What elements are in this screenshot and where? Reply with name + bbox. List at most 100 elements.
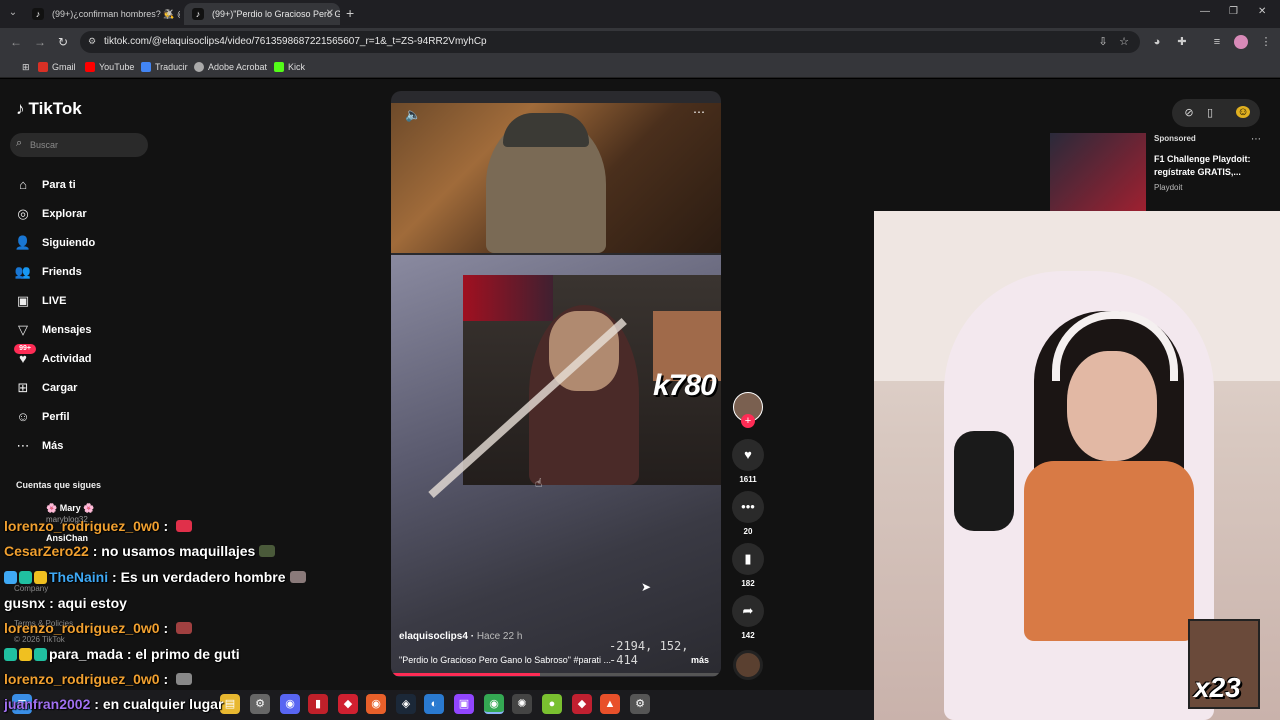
browser-tab-bar: ⌄ ♪ (99+)¿confirman hombres? 🕵 @ ✕ ♪ (99… (0, 0, 1280, 28)
compass-small-icon[interactable]: ⊘ (1182, 106, 1196, 119)
address-bar[interactable]: ⚙ tiktok.com/@elaquisoclips4/video/76135… (80, 31, 1140, 53)
forward-icon[interactable]: → (34, 35, 46, 49)
video-author[interactable]: elaquisoclips4 · Hace 22 h (399, 631, 522, 642)
ad-thumbnail[interactable] (1050, 133, 1146, 213)
music-disc-icon[interactable] (733, 650, 763, 680)
chat-separator: : (159, 620, 173, 636)
sidebar-item-live[interactable]: ▣ LIVE (14, 290, 154, 312)
browser-menu-icon[interactable]: ⋮ (1259, 35, 1273, 49)
sidebar-item-friends[interactable]: 👥 Friends (14, 261, 154, 283)
back-icon[interactable]: ← (10, 35, 22, 49)
following-title: Cuentas que sigues (16, 480, 102, 490)
new-tab-button[interactable]: + (346, 5, 354, 21)
discord-icon[interactable]: ◉ (280, 694, 300, 714)
ad-more-icon[interactable]: ⋯ (1251, 134, 1261, 145)
app-red-2-icon[interactable]: ◆ (338, 694, 358, 714)
device-icon[interactable]: ▯ (1203, 106, 1217, 119)
translate-icon (141, 62, 151, 72)
app-green-icon[interactable]: ● (542, 694, 562, 714)
chat-message: TheNaini : Es un verdadero hombre (4, 569, 306, 589)
app-blue-icon[interactable]: ◐ (424, 694, 444, 714)
bookmark-kick[interactable]: Kick (274, 59, 305, 75)
firefox-icon[interactable]: ◉ (366, 694, 386, 714)
video-decor (463, 275, 553, 321)
site-info-icon[interactable]: ⚙ (88, 36, 100, 48)
bookmark-youtube[interactable]: YouTube (85, 59, 134, 75)
close-window-icon[interactable]: ✕ (1258, 6, 1266, 17)
chat-text: aqui estoy (57, 595, 127, 611)
share-button[interactable]: ➦ 142 (732, 595, 764, 640)
install-app-icon[interactable]: ⇩ (1096, 35, 1110, 49)
comment-button[interactable]: ••• 20 (732, 491, 764, 536)
bookmark-gmail[interactable]: Gmail (38, 59, 76, 75)
minimize-icon[interactable]: — (1200, 6, 1210, 17)
follow-plus-icon[interactable]: + (741, 414, 755, 428)
sidebar-item-actividad[interactable]: ♥ 99+ Actividad (14, 344, 154, 370)
chat-emote-icon (289, 571, 306, 583)
tab-title: (99+)"Perdio lo Gracioso Pero Gano (212, 9, 340, 19)
profile-avatar-icon[interactable] (1234, 35, 1248, 49)
tab-2-active[interactable]: ♪ (99+)"Perdio lo Gracioso Pero Gano ✕ (184, 3, 340, 25)
like-button[interactable]: ♥ 1611 (732, 439, 764, 484)
tab-close-icon[interactable]: ✕ (166, 3, 174, 25)
video-player[interactable]: k780 🔈 ⋯ -2194, 152, -414 elaquisoclips4… (391, 91, 721, 677)
chat-separator: : (159, 518, 173, 534)
chat-username[interactable]: para_mada (49, 646, 123, 662)
chat-badge-icon (34, 648, 47, 661)
bookmarks-bar: ⊞ Gmail YouTube Traducir Adobe Acrobat K… (0, 56, 1280, 78)
sidebar-item-más[interactable]: ⋯ Más (14, 435, 154, 457)
chat-separator: : (90, 696, 103, 712)
kick-icon (274, 62, 284, 72)
acrobat-icon (194, 62, 204, 72)
gmail-icon (38, 62, 48, 72)
chat-username[interactable]: TheNaini (49, 569, 108, 585)
chat-message: lorenzo_rodriguez_0w0 : (4, 518, 193, 538)
chat-message: para_mada : el primo de guti (4, 646, 240, 666)
sidebar-item-explorar[interactable]: ◎ Explorar (14, 203, 154, 225)
save-button[interactable]: ▮ 182 (732, 543, 764, 588)
app-tools-icon[interactable]: ⚙ (250, 694, 270, 714)
chrome-icon[interactable]: ◉ (484, 694, 504, 714)
video-more-icon[interactable]: ⋯ (693, 105, 705, 119)
tab-1[interactable]: ♪ (99+)¿confirman hombres? 🕵 @ ✕ (24, 3, 180, 25)
sidebar-item-perfil[interactable]: ☺ Perfil (14, 406, 154, 428)
twitch-icon[interactable]: ▣ (454, 694, 474, 714)
tab-search-icon[interactable]: ⌄ (6, 6, 20, 20)
search-input[interactable]: ⌕ Buscar (10, 133, 148, 157)
user-avatar-icon[interactable]: ☺ (1236, 106, 1250, 118)
volume-icon[interactable]: 🔈 (405, 107, 421, 123)
restore-icon[interactable]: ❐ (1229, 6, 1238, 17)
app-red-icon[interactable]: ▮ (308, 694, 328, 714)
sidebar-item-cargar[interactable]: ⊞ Cargar (14, 377, 154, 399)
bookmark-star-icon[interactable]: ☆ (1117, 35, 1131, 49)
apps-grid-icon[interactable]: ⊞ (8, 59, 30, 75)
chat-username[interactable]: lorenzo_rodriguez_0w0 (4, 518, 160, 534)
chat-separator: : (122, 646, 136, 662)
extension-icon[interactable]: ◕ (1150, 35, 1164, 49)
bookmark-adobe-acrobat[interactable]: Adobe Acrobat (194, 59, 267, 75)
settings-icon[interactable]: ✺ (512, 694, 532, 714)
sidebar-item-mensajes[interactable]: ▽ Mensajes (14, 319, 154, 341)
sidebar-item-siguiendo[interactable]: 👤 Siguiendo (14, 232, 154, 254)
tiktok-logo[interactable]: ♪ TikTok (16, 99, 82, 119)
app-red-3-icon[interactable]: ◆ (572, 694, 592, 714)
ad-title[interactable]: F1 Challenge Playdoit: regístrate GRATIS… (1154, 153, 1264, 179)
chat-username[interactable]: lorenzo_rodriguez_0w0 (4, 620, 160, 636)
chat-username[interactable]: CesarZero22 (4, 543, 89, 559)
chat-username[interactable]: lorenzo_rodriguez_0w0 (4, 671, 160, 687)
chat-username[interactable]: gusnx (4, 595, 45, 611)
reload-icon[interactable]: ↻ (58, 35, 68, 49)
sidebar-item-para-ti[interactable]: ⌂ Para ti (14, 174, 154, 196)
video-more-link[interactable]: más (691, 655, 709, 665)
app-orange-icon[interactable]: ▲ (600, 694, 620, 714)
extensions-puzzle-icon[interactable]: ✚ (1175, 35, 1189, 49)
tab-close-icon[interactable]: ✕ (326, 3, 334, 25)
webcam-top (1024, 461, 1194, 641)
chat-username[interactable]: juanfran2002 (4, 696, 90, 712)
bookmark-traducir[interactable]: Traducir (141, 59, 188, 75)
video-progress-bar[interactable] (391, 673, 721, 676)
chat-emote-icon (176, 673, 193, 685)
media-controls-icon[interactable]: ≡ (1210, 35, 1224, 49)
gear-icon[interactable]: ⚙ (630, 694, 650, 714)
steam-icon[interactable]: ◈ (396, 694, 416, 714)
